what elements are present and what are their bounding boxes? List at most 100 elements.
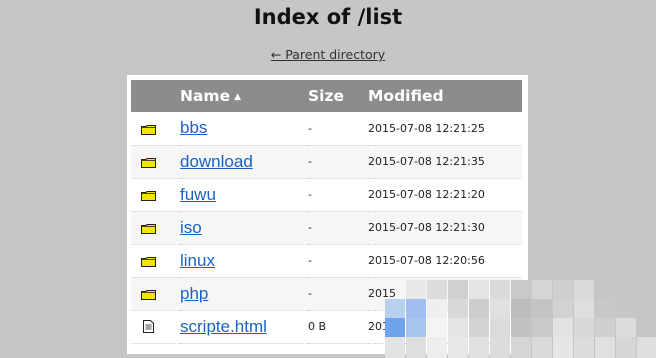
mosaic-block <box>469 299 489 320</box>
mosaic-block <box>532 280 552 301</box>
row-size-cell: - <box>308 121 312 135</box>
table-header-row: Name ▲ Size Modified <box>131 80 522 112</box>
mosaic-block <box>490 299 510 320</box>
mosaic-block <box>448 337 468 358</box>
row-icon-cell <box>131 145 180 178</box>
mosaic-block <box>406 337 426 358</box>
entry-link[interactable]: php <box>180 284 208 303</box>
row-size-cell: 0 B <box>308 320 327 333</box>
size-column-header[interactable]: Size <box>308 80 368 112</box>
mosaic-block <box>553 337 573 358</box>
mosaic-block <box>406 299 426 320</box>
mosaic-block <box>448 280 468 301</box>
row-modified-cell: 2015-07-08 12:20:56 <box>368 254 485 267</box>
row-name-cell: download <box>180 145 308 178</box>
mosaic-block <box>553 299 573 320</box>
modified-header-label: Modified <box>368 87 444 105</box>
mosaic-block <box>406 280 426 301</box>
row-icon-cell <box>131 244 180 277</box>
mosaic-block <box>532 318 552 339</box>
table-row[interactable]: download - 2015-07-08 12:21:35 <box>131 145 522 178</box>
row-modified-cell: 2015-07-08 12:21:20 <box>368 188 485 201</box>
row-icon-cell <box>131 112 180 145</box>
mosaic-block <box>427 337 447 358</box>
row-modified-cell: 2015-07-08 12:21:35 <box>368 155 485 168</box>
row-size-cell: - <box>308 188 312 201</box>
row-icon-cell <box>131 178 180 211</box>
folder-icon <box>141 186 156 201</box>
mosaic-block <box>595 337 615 358</box>
mosaic-block <box>448 299 468 320</box>
name-header-label: Name <box>180 87 231 105</box>
row-icon-cell <box>131 211 180 244</box>
entry-link[interactable]: iso <box>180 218 202 237</box>
row-size-cell: - <box>308 287 312 300</box>
folder-icon <box>141 252 156 267</box>
mosaic-block <box>427 318 447 339</box>
row-icon-cell <box>131 310 180 343</box>
mosaic-block <box>406 318 426 339</box>
name-column-header[interactable]: Name ▲ <box>180 80 308 112</box>
page-title: Index of /list <box>253 5 403 29</box>
row-name-cell: iso <box>180 211 308 244</box>
mosaic-block <box>616 337 636 358</box>
row-name-cell: bbs <box>180 112 308 145</box>
folder-icon <box>141 285 156 300</box>
mosaic-block <box>511 280 531 301</box>
size-header-label: Size <box>308 87 345 105</box>
entry-link[interactable]: scripte.html <box>180 317 267 336</box>
mosaic-block <box>469 280 489 301</box>
folder-icon <box>141 219 156 234</box>
parent-directory-link[interactable]: ← Parent directory <box>0 47 656 62</box>
table-row[interactable]: linux - 2015-07-08 12:20:56 <box>131 244 522 277</box>
mosaic-block <box>637 337 656 358</box>
table-row[interactable]: iso - 2015-07-08 12:21:30 <box>131 211 522 244</box>
mosaic-block <box>469 337 489 358</box>
mosaic-block <box>448 318 468 339</box>
folder-icon <box>141 120 156 135</box>
mosaic-block <box>553 318 573 339</box>
table-row[interactable]: bbs - 2015-07-08 12:21:25 <box>131 112 522 145</box>
mosaic-block <box>427 280 447 301</box>
mosaic-block <box>511 318 531 339</box>
mosaic-block <box>616 318 636 339</box>
mosaic-block <box>385 299 405 320</box>
mosaic-block <box>385 337 405 358</box>
file-icon <box>143 318 154 333</box>
mosaic-block <box>490 280 510 301</box>
row-name-cell: php <box>180 277 308 310</box>
mosaic-block <box>469 318 489 339</box>
entry-link[interactable]: linux <box>180 251 215 270</box>
row-size-cell: - <box>308 221 312 234</box>
mosaic-block <box>595 299 615 320</box>
row-size-cell: - <box>308 254 312 267</box>
mosaic-block <box>553 280 573 301</box>
mosaic-block <box>385 318 405 339</box>
sort-ascending-icon: ▲ <box>234 92 242 102</box>
mosaic-block <box>574 299 594 320</box>
table-row[interactable]: fuwu - 2015-07-08 12:21:20 <box>131 178 522 211</box>
mosaic-block <box>511 299 531 320</box>
entry-link[interactable]: fuwu <box>180 185 216 204</box>
row-modified-cell: 2015-07-08 12:21:30 <box>368 221 485 234</box>
mosaic-block <box>574 337 594 358</box>
mosaic-block <box>574 318 594 339</box>
mosaic-block <box>595 318 615 339</box>
row-name-cell: fuwu <box>180 178 308 211</box>
pixelated-redaction <box>385 280 656 358</box>
mosaic-block <box>574 280 594 301</box>
entry-link[interactable]: bbs <box>180 118 207 137</box>
mosaic-block <box>427 299 447 320</box>
row-icon-cell <box>131 277 180 310</box>
row-name-cell: scripte.html <box>180 310 308 343</box>
entry-link[interactable]: download <box>180 152 253 171</box>
modified-column-header[interactable]: Modified <box>368 80 522 112</box>
folder-icon <box>141 153 156 168</box>
row-size-cell: - <box>308 155 312 168</box>
icon-column-header <box>131 80 180 112</box>
row-modified-cell: 2015-07-08 12:21:25 <box>368 121 485 135</box>
row-name-cell: linux <box>180 244 308 277</box>
mosaic-block <box>490 337 510 358</box>
mosaic-block <box>532 299 552 320</box>
mosaic-block <box>532 337 552 358</box>
